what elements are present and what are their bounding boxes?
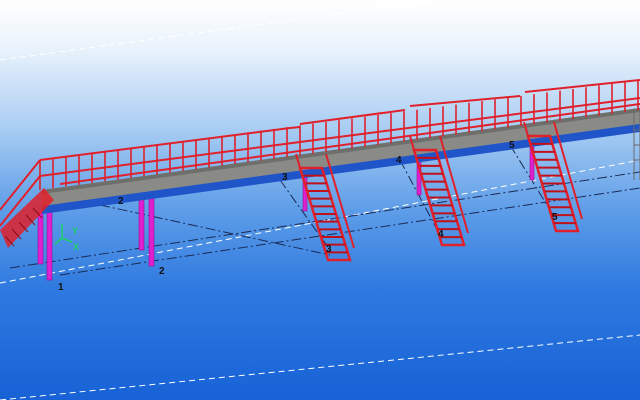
x-axis-icon	[61, 237, 73, 243]
grid-label: 5	[552, 212, 558, 223]
column[interactable]	[46, 211, 53, 281]
grid-line	[0, 0, 441, 61]
column[interactable]	[148, 197, 155, 267]
top-rail	[524, 79, 640, 93]
grid-label: 4	[438, 229, 444, 240]
left-stair[interactable]	[0, 188, 54, 248]
structural-model[interactable]: 1 2 2 3 3 4 4 5 5 Y X	[0, 0, 640, 400]
grid-label: 4	[396, 155, 402, 166]
axis-y-label: Y	[72, 226, 78, 236]
grid-label: 2	[159, 266, 165, 277]
3d-model-viewport[interactable]: 1 2 2 3 3 4 4 5 5 Y X	[0, 0, 640, 400]
column[interactable]	[138, 197, 145, 251]
axis-x-label: X	[73, 242, 79, 252]
grid-line	[0, 334, 640, 400]
grid-label: 3	[326, 244, 332, 255]
grid-label: 1	[58, 282, 64, 293]
z-axis-icon	[54, 237, 63, 245]
grid-label: 2	[118, 196, 124, 207]
top-rail	[409, 95, 521, 107]
axis-line	[99, 204, 331, 256]
column[interactable]	[37, 211, 44, 265]
axis-triad-icon: Y X	[54, 224, 79, 252]
grid-label: 5	[509, 140, 515, 151]
grid-label: 3	[282, 172, 288, 183]
